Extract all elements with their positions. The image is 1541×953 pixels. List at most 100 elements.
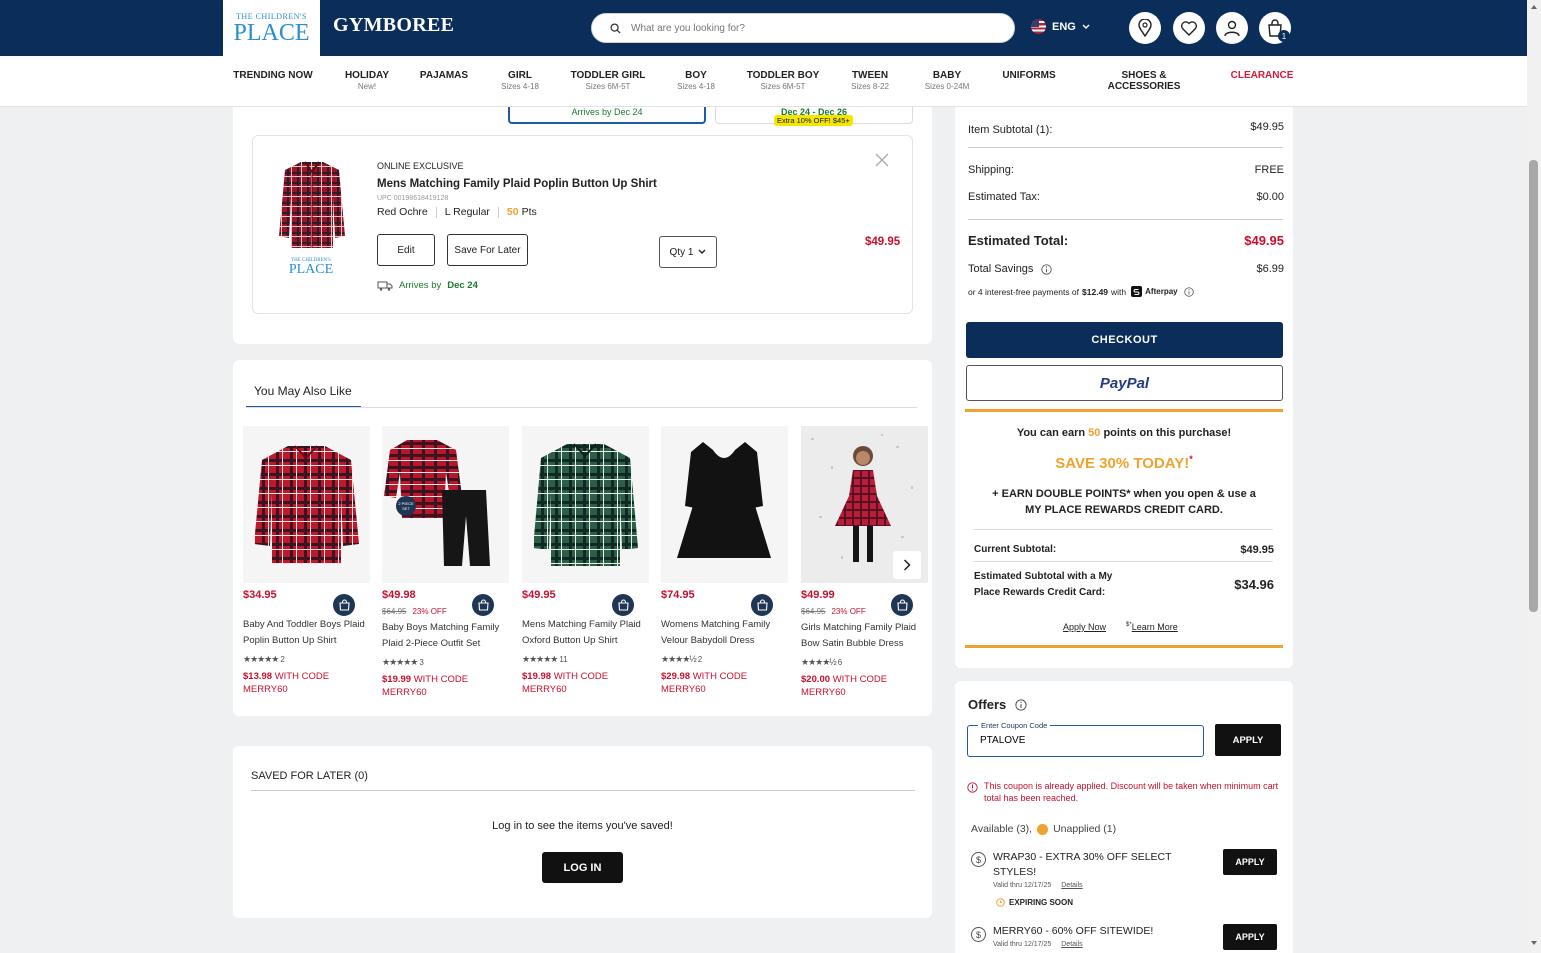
nav-toddler-girl[interactable]: TODDLER GIRL Sizes 6M-5T <box>571 70 646 93</box>
rec-name-line2[interactable]: Poplin Button Up Shirt <box>243 633 370 649</box>
cart-item-points: 50 <box>506 206 519 218</box>
coupon-code-field[interactable]: Enter Coupon Code <box>967 721 1204 757</box>
quick-add-button[interactable] <box>333 594 355 616</box>
shipping-value: FREE <box>1254 164 1284 176</box>
current-subtotal-value: $49.95 <box>1240 544 1274 556</box>
rec-name-line1[interactable]: Baby Boys Matching Family <box>382 620 509 636</box>
carousel-next-button[interactable] <box>893 551 921 579</box>
product-image-velour-dress[interactable] <box>661 426 788 583</box>
checkout-button[interactable]: CHECKOUT <box>966 322 1283 358</box>
coupon-details-link[interactable]: Details <box>1061 882 1082 889</box>
quick-add-button[interactable] <box>612 594 634 616</box>
add-to-bag-icon <box>896 599 908 611</box>
nav-clearance[interactable]: CLEARANCE <box>1231 70 1294 81</box>
offers-header: Offers <box>968 697 1027 712</box>
coupon-details-link[interactable]: Details <box>1061 941 1082 948</box>
cart-item-name[interactable]: Mens Matching Family Plaid Poplin Button… <box>377 178 657 190</box>
gymboree-logo[interactable]: GYMBOREE <box>333 14 454 37</box>
recommendation-item[interactable]: $49.99 $64.95 23% OFF Girls Matching Fami… <box>801 426 928 699</box>
info-icon[interactable] <box>1183 286 1194 297</box>
promo-price: $19.99 <box>382 674 412 685</box>
quantity-select[interactable]: Qty 1 <box>659 236 717 268</box>
nav-trending-now[interactable]: TRENDING NOW <box>233 70 312 81</box>
nav-shoes-accessories[interactable]: SHOES & ACCESSORIES <box>1108 70 1181 92</box>
product-image-baby-outfit-set[interactable]: 2 PIECE SET <box>382 426 509 583</box>
search-bar[interactable] <box>591 13 1015 43</box>
promo-text: WITH CODE <box>553 671 609 682</box>
truck-icon <box>377 281 393 291</box>
dollar-coupon-icon: $ <box>971 927 986 942</box>
nav-tween[interactable]: TWEEN Sizes 8-22 <box>851 70 889 93</box>
product-image-bubble-dress[interactable] <box>801 426 928 583</box>
promo-text: WITH CODE <box>692 671 748 682</box>
apply-coupon-button[interactable]: APPLY <box>1215 724 1281 756</box>
rec-name-line2[interactable]: Bow Satin Bubble Dress <box>801 636 928 652</box>
apply-merry60-button[interactable]: APPLY <box>1223 924 1277 950</box>
wishlist-button[interactable] <box>1173 12 1205 44</box>
quick-add-button[interactable] <box>472 594 494 616</box>
rec-name-line2[interactable]: Oxford Button Up Shirt <box>522 633 649 649</box>
search-input[interactable] <box>631 22 991 34</box>
plaid-shirt-icon <box>522 426 649 583</box>
cart-item-price: $49.95 <box>865 236 901 248</box>
nav-baby[interactable]: BABY Sizes 0-24M <box>925 70 969 93</box>
paypal-button[interactable]: PayPal <box>966 365 1283 401</box>
promo-text: WITH CODE <box>413 674 469 685</box>
nav-uniforms[interactable]: UNIFORMS <box>1002 70 1055 81</box>
rec-name-line1[interactable]: Girls Matching Family Plaid <box>801 620 928 636</box>
recommendation-item[interactable]: $49.95 Mens Matching Family Plaid Oxford… <box>522 426 649 696</box>
product-brand-logo: THE CHILDREN'S PLACE <box>288 258 334 277</box>
login-button[interactable]: LOG IN <box>542 852 623 883</box>
afterpay-logo-icon <box>1131 286 1143 297</box>
rec-name-line2[interactable]: Plaid 2-Piece Outfit Set <box>382 636 509 652</box>
nav-girl[interactable]: GIRL Sizes 4-18 <box>501 70 539 93</box>
quick-add-button[interactable] <box>891 594 913 616</box>
page-scrollbar-thumb[interactable] <box>1529 160 1538 612</box>
heart-icon <box>1180 21 1198 36</box>
edit-button[interactable]: Edit <box>377 234 435 266</box>
language-selector[interactable]: ENG <box>1031 19 1090 34</box>
rec-name-line1[interactable]: Womens Matching Family <box>661 617 788 633</box>
scroll-up-arrow-icon[interactable] <box>1530 4 1538 10</box>
coupon-title: MERRY60 - 60% OFF SITEWIDE! <box>993 924 1203 939</box>
scroll-down-arrow-icon[interactable] <box>1530 940 1538 946</box>
recommendation-item[interactable]: $74.95 Womens Matching Family Velour Bab… <box>661 426 788 696</box>
nav-boy[interactable]: BOY Sizes 4-18 <box>677 70 715 93</box>
nav-holiday[interactable]: HOLIDAY New! <box>345 70 389 93</box>
product-image-shirt[interactable] <box>273 158 351 250</box>
info-icon[interactable] <box>1015 698 1027 711</box>
recommendation-item[interactable]: $34.95 Baby And Toddler Boys Plaid Popli… <box>243 426 370 696</box>
rec-name-line1[interactable]: Mens Matching Family Plaid <box>522 617 649 633</box>
review-count: 2 <box>697 655 703 664</box>
childrens-place-logo[interactable]: THE CHILDREN'S PLACE <box>223 0 320 56</box>
remove-item-close-icon[interactable] <box>875 153 889 167</box>
shipping-option-standard[interactable]: Arrives by Dec 24 <box>508 107 706 124</box>
apply-now-link[interactable]: Apply Now <box>1063 622 1106 632</box>
account-button[interactable] <box>1216 12 1248 44</box>
recommendations-title[interactable]: You May Also Like <box>254 384 352 398</box>
review-count: 2 <box>280 655 285 664</box>
quick-add-button[interactable] <box>751 594 773 616</box>
save-for-later-button[interactable]: Save For Later <box>447 234 528 266</box>
learn-more-link[interactable]: Learn More <box>1132 622 1178 632</box>
double-line1: + EARN DOUBLE POINTS* when you open & us… <box>992 488 1256 500</box>
estimated-total-label: Estimated Total: <box>968 233 1069 248</box>
recommendation-item[interactable]: 2 PIECE SET $49.98 $64.95 23% OFF Baby Bo… <box>382 426 509 699</box>
afterpay-amount: $12.49 <box>1082 286 1109 297</box>
nav-toddler-boy[interactable]: TODDLER BOY Sizes 6M-5T <box>747 70 820 93</box>
nav-filler-left <box>0 56 223 107</box>
cart-button[interactable]: 1 <box>1259 12 1291 44</box>
info-icon[interactable] <box>1041 263 1053 275</box>
main-nav: TRENDING NOW HOLIDAY New! PAJAMAS GIRL Siz… <box>223 56 1527 107</box>
rec-name-line2[interactable]: Velour Babydoll Dress <box>661 633 788 649</box>
product-image-mens-oxford-shirt[interactable] <box>522 426 649 583</box>
tax-value: $0.00 <box>1256 191 1284 203</box>
coupon-code-input[interactable] <box>980 735 1180 746</box>
coupon-title: WRAP30 - EXTRA 30% OFF SELECT STYLES! <box>993 850 1203 880</box>
apply-wrap30-button[interactable]: APPLY <box>1223 849 1277 875</box>
product-image-boys-plaid-shirt[interactable] <box>243 426 370 583</box>
nav-pajamas[interactable]: PAJAMAS <box>420 70 468 81</box>
store-locator-button[interactable] <box>1129 12 1161 44</box>
total-savings-value: $6.99 <box>1256 263 1284 275</box>
rec-name-line1[interactable]: Baby And Toddler Boys Plaid <box>243 617 370 633</box>
